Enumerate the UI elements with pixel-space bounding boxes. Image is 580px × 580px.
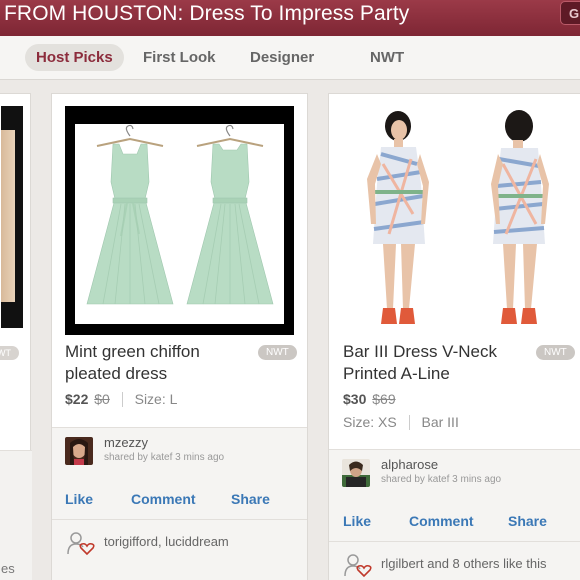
card-social-area: alpharose shared by katef 3 mins ago Lik… [329, 449, 580, 580]
dress-image [86, 124, 274, 305]
page-title: FROM HOUSTON: Dress To Impress Party [4, 2, 410, 25]
tab-host-picks[interactable]: Host Picks [25, 44, 124, 71]
tab-first-look[interactable]: First Look [143, 44, 216, 71]
nwt-badge: NWT [258, 345, 297, 360]
tab-bar: Host Picks First Look Designer NWT [0, 36, 580, 80]
share-button[interactable]: Share [508, 513, 547, 529]
brand-label[interactable]: Bar III [421, 414, 458, 430]
listing-card[interactable]: Mint green chiffon pleated dress NWT $22… [51, 93, 308, 580]
nwt-badge: NWT [0, 346, 19, 360]
listing-photo[interactable] [65, 106, 294, 335]
price: $22 [65, 391, 89, 407]
price: $30 [343, 391, 367, 407]
nwt-badge: NWT [536, 345, 575, 360]
avatar[interactable] [342, 459, 370, 487]
like-button[interactable]: Like [65, 491, 93, 507]
user-avatar-image [342, 459, 370, 487]
username[interactable]: mzezzy [104, 435, 148, 450]
comment-button[interactable]: Comment [409, 513, 474, 529]
shared-by-text: shared by katef 3 mins ago [104, 452, 225, 463]
original-price: $0 [94, 391, 110, 407]
listing-photo[interactable] [1, 106, 23, 328]
header-button[interactable]: G [560, 1, 580, 25]
divider [52, 519, 307, 520]
user-heart-icon [67, 532, 95, 556]
avatar[interactable] [65, 437, 93, 465]
original-price: $69 [372, 391, 396, 407]
divider [408, 415, 410, 430]
user-heart-icon [344, 554, 372, 578]
model-dress-image [367, 110, 549, 324]
listing-card[interactable]: Bar III Dress V-Neck Printed A-Line NWT … [328, 93, 580, 580]
size-label: Size: XS [343, 414, 397, 430]
meta-row: Size: XS Bar III [343, 414, 459, 430]
listing-card-partial[interactable]: NWT es [0, 93, 32, 580]
shared-by-text: shared by katef 3 mins ago [381, 474, 502, 485]
user-avatar-image [65, 437, 93, 465]
listing-title[interactable]: Bar III Dress V-Neck Printed A-Line [343, 341, 543, 385]
card-social-area: mzezzy shared by katef 3 mins ago Like C… [52, 427, 307, 580]
share-button[interactable]: Share [231, 491, 270, 507]
listing-title[interactable]: Mint green chiffon pleated dress [65, 341, 245, 385]
dress-front [86, 124, 174, 305]
likers-text: es [1, 561, 15, 576]
page-header: FROM HOUSTON: Dress To Impress Party G [0, 0, 580, 36]
comment-button[interactable]: Comment [131, 491, 196, 507]
divider [329, 541, 580, 542]
dress-back [186, 124, 274, 305]
likers-text[interactable]: torigifford, luciddream [104, 534, 229, 549]
like-button[interactable]: Like [343, 513, 371, 529]
divider [121, 392, 123, 407]
price-row: $30 $69 [343, 391, 396, 407]
price-row: $22 $0 Size: L [65, 391, 177, 407]
tab-designer[interactable]: Designer [250, 44, 314, 71]
listing-photo[interactable] [341, 104, 579, 340]
username[interactable]: alpharose [381, 457, 438, 472]
likers-text[interactable]: rlgilbert and 8 others like this [381, 556, 546, 571]
tab-nwt[interactable]: NWT [370, 44, 404, 71]
model-front [367, 111, 429, 324]
size-label: Size: L [134, 391, 178, 407]
model-back [491, 110, 549, 324]
